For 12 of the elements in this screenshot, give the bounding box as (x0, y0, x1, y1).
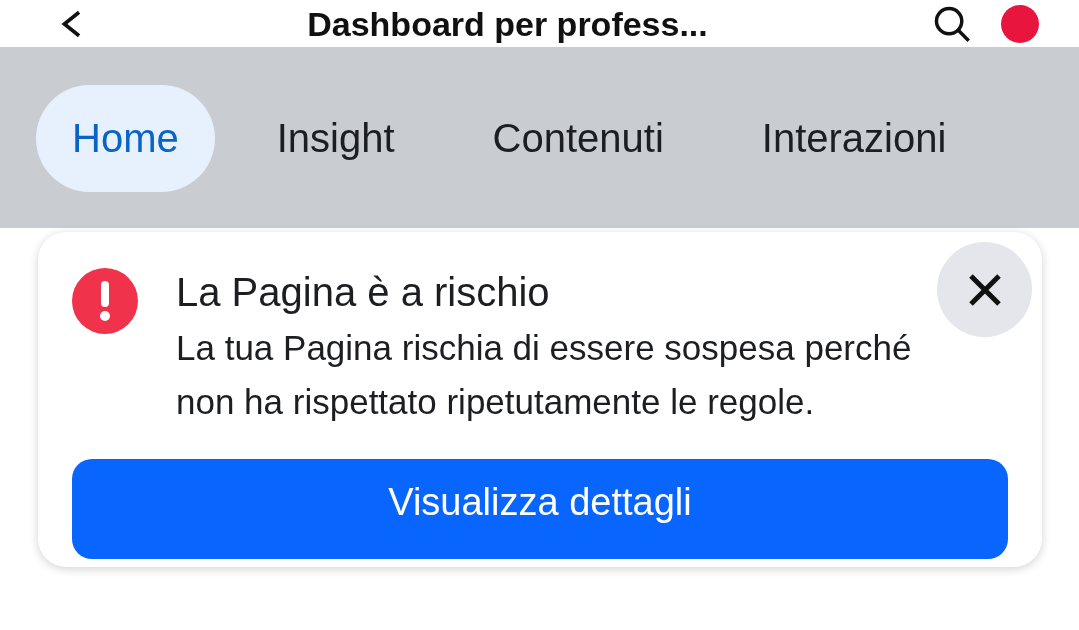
close-icon (967, 272, 1002, 307)
tab[interactable]: Insight (240, 84, 431, 192)
tab[interactable]: Contenuti (456, 84, 700, 192)
details-button[interactable]: Visualizza dettagli (72, 459, 1008, 559)
tab[interactable]: Home (36, 84, 215, 192)
tab[interactable]: Interazioni (725, 84, 983, 192)
back-icon[interactable] (60, 8, 82, 39)
alert-message: La tua Pagina rischia di essere sospesa perché non ha rispettato ripetutamente le regole. (176, 327, 913, 423)
page-title: Dashboard per profess... (306, 3, 709, 44)
search-icon[interactable] (933, 4, 971, 43)
profile-avatar[interactable] (1001, 4, 1039, 43)
alert-title: La Pagina è a rischio (176, 270, 551, 315)
